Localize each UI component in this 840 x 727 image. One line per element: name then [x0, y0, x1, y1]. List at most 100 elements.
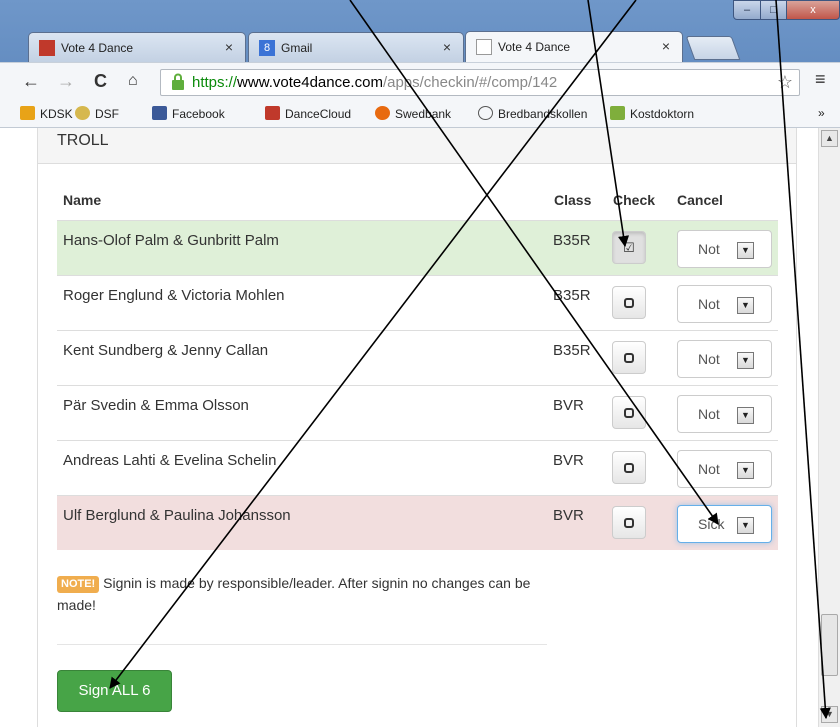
- unchecked-box-icon: [624, 408, 634, 418]
- checked-box-icon: ☑: [623, 240, 635, 255]
- table-row: Kent Sundberg & Jenny Callan B35R Not ▼: [57, 330, 778, 385]
- note-badge: NOTE!: [57, 576, 100, 593]
- tab-vote4dance-1[interactable]: Vote 4 Dance ×: [28, 32, 246, 62]
- bookmark-swedbank[interactable]: Swedbank: [375, 106, 451, 121]
- table-row: Andreas Lahti & Evelina Schelin BVR Not ▼: [57, 440, 778, 495]
- dance-class: BVR: [553, 452, 584, 469]
- bookmark-label: DanceCloud: [285, 107, 352, 121]
- url-path: /apps/checkin/#/comp/142: [382, 74, 558, 91]
- bookmark-star-icon[interactable]: ☆: [777, 70, 793, 95]
- vote4dance-favicon-icon: [39, 40, 55, 56]
- couple-name: Kent Sundberg & Jenny Callan: [63, 342, 269, 359]
- table-row: Roger Englund & Victoria Mohlen B35R Not…: [57, 275, 778, 330]
- check-in-button[interactable]: [612, 286, 646, 319]
- lock-icon: [172, 73, 184, 90]
- unchecked-box-icon: [624, 518, 634, 528]
- cancel-select-value: Not: [698, 406, 720, 422]
- cancel-select-value: Not: [698, 241, 720, 257]
- cancel-select[interactable]: Not ▼: [677, 340, 772, 378]
- bookmarks-bar: KDSK DSF Facebook DanceCloud Swedbank Br…: [0, 100, 840, 128]
- sign-all-button[interactable]: Sign ALL 6: [57, 670, 172, 712]
- browser-toolbar: ← → C ⌂ https://www.vote4dance.com/apps/…: [0, 62, 840, 100]
- bookmark-label: Bredbandskollen: [498, 107, 588, 121]
- bookmark-label: KDSK: [40, 107, 73, 121]
- tab-vote4dance-active[interactable]: Vote 4 Dance ×: [465, 31, 683, 63]
- scroll-down-icon[interactable]: ▼: [821, 706, 838, 723]
- bookmark-label: Kostdoktorn: [630, 107, 695, 121]
- bookmark-dsf[interactable]: DSF: [75, 106, 119, 121]
- couple-name: Roger Englund & Victoria Mohlen: [63, 287, 285, 304]
- page-viewport: TROLL Name Class Check Cancel Hans-Olof …: [0, 128, 818, 727]
- address-bar[interactable]: https://www.vote4dance.com/apps/checkin/…: [160, 69, 800, 96]
- kdsk-icon: [20, 106, 35, 120]
- check-in-button[interactable]: [612, 396, 646, 429]
- scroll-thumb[interactable]: [821, 614, 838, 676]
- dance-class: B35R: [553, 342, 591, 359]
- bookmark-dancecloud[interactable]: DanceCloud: [265, 106, 351, 121]
- browser-chrome: Vote 4 Dance × 8 Gmail × Vote 4 Dance × …: [0, 0, 840, 128]
- table-row: Ulf Berglund & Paulina Johansson BVR Sic…: [57, 495, 778, 550]
- minimize-button[interactable]: –: [733, 0, 761, 20]
- column-header-name: Name: [63, 192, 102, 208]
- check-in-button[interactable]: [612, 506, 646, 539]
- new-tab-button[interactable]: [685, 36, 741, 60]
- unchecked-box-icon: [624, 298, 634, 308]
- couple-name: Pär Svedin & Emma Olsson: [63, 397, 249, 414]
- check-in-button[interactable]: ☑: [612, 231, 646, 264]
- tab-close-icon[interactable]: ×: [662, 38, 670, 54]
- page-favicon-icon: [476, 39, 492, 55]
- cancel-select[interactable]: Not ▼: [677, 230, 772, 268]
- vertical-scrollbar[interactable]: ▲ ▼: [818, 128, 840, 727]
- tab-close-icon[interactable]: ×: [225, 39, 233, 55]
- chevron-down-icon: ▼: [737, 462, 754, 479]
- table-row: Pär Svedin & Emma Olsson BVR Not ▼: [57, 385, 778, 440]
- cancel-select[interactable]: Not ▼: [677, 395, 772, 433]
- home-icon[interactable]: ⌂: [128, 71, 138, 91]
- bookmark-label: Facebook: [172, 107, 225, 121]
- forward-arrow-icon[interactable]: →: [57, 71, 75, 91]
- table-row: Hans-Olof Palm & Gunbritt Palm B35R ☑ No…: [57, 220, 778, 275]
- panel-heading: TROLL: [38, 128, 796, 164]
- back-arrow-icon[interactable]: ←: [22, 71, 40, 91]
- dance-class: B35R: [553, 232, 591, 249]
- chevron-down-icon: ▼: [737, 297, 754, 314]
- note-text: Signin is made by responsible/leader. Af…: [57, 575, 531, 613]
- bookmark-label: Swedbank: [395, 107, 452, 121]
- bookmark-facebook[interactable]: Facebook: [152, 106, 225, 121]
- bookmark-bredbandskollen[interactable]: Bredbandskollen: [478, 106, 587, 121]
- column-header-check: Check: [613, 192, 656, 208]
- check-in-button[interactable]: [612, 341, 646, 374]
- window-close-button[interactable]: x: [786, 0, 840, 20]
- divider: [57, 644, 547, 645]
- reload-icon[interactable]: C: [94, 71, 107, 91]
- couple-name: Ulf Berglund & Paulina Johansson: [63, 507, 291, 524]
- menu-icon[interactable]: ≡: [815, 69, 826, 90]
- tab-title: Vote 4 Dance: [498, 40, 571, 54]
- cancel-select[interactable]: Not ▼: [677, 285, 772, 323]
- bookmark-kostdoktorn[interactable]: Kostdoktorn: [610, 106, 694, 121]
- kostdoktorn-icon: [610, 106, 625, 120]
- column-header-class: Class: [554, 192, 592, 208]
- cancel-select[interactable]: Sick ▼: [677, 505, 772, 543]
- url-text: https://www.vote4dance.com/apps/checkin/…: [192, 70, 557, 95]
- cancel-select-value: Not: [698, 296, 720, 312]
- chevron-down-icon: ▼: [737, 352, 754, 369]
- dsf-icon: [75, 106, 90, 120]
- chevron-down-icon: ▼: [737, 407, 754, 424]
- tab-gmail[interactable]: 8 Gmail ×: [248, 32, 464, 62]
- maximize-button[interactable]: □: [760, 0, 787, 20]
- bredbandskollen-icon: [478, 106, 493, 120]
- cancel-select-value: Sick: [698, 516, 725, 532]
- couple-name: Hans-Olof Palm & Gunbritt Palm: [63, 232, 279, 249]
- chevron-down-icon: ▼: [737, 242, 754, 259]
- bookmarks-more-icon[interactable]: »: [818, 106, 825, 120]
- cancel-select[interactable]: Not ▼: [677, 450, 772, 488]
- signin-note: NOTE! Signin is made by responsible/lead…: [57, 572, 537, 616]
- dance-class: BVR: [553, 507, 584, 524]
- check-in-button[interactable]: [612, 451, 646, 484]
- tab-close-icon[interactable]: ×: [443, 39, 451, 55]
- dance-class: B35R: [553, 287, 591, 304]
- scroll-up-icon[interactable]: ▲: [821, 130, 838, 147]
- bookmark-kdsk[interactable]: KDSK: [20, 106, 73, 121]
- url-host: www.vote4dance.com: [237, 74, 383, 91]
